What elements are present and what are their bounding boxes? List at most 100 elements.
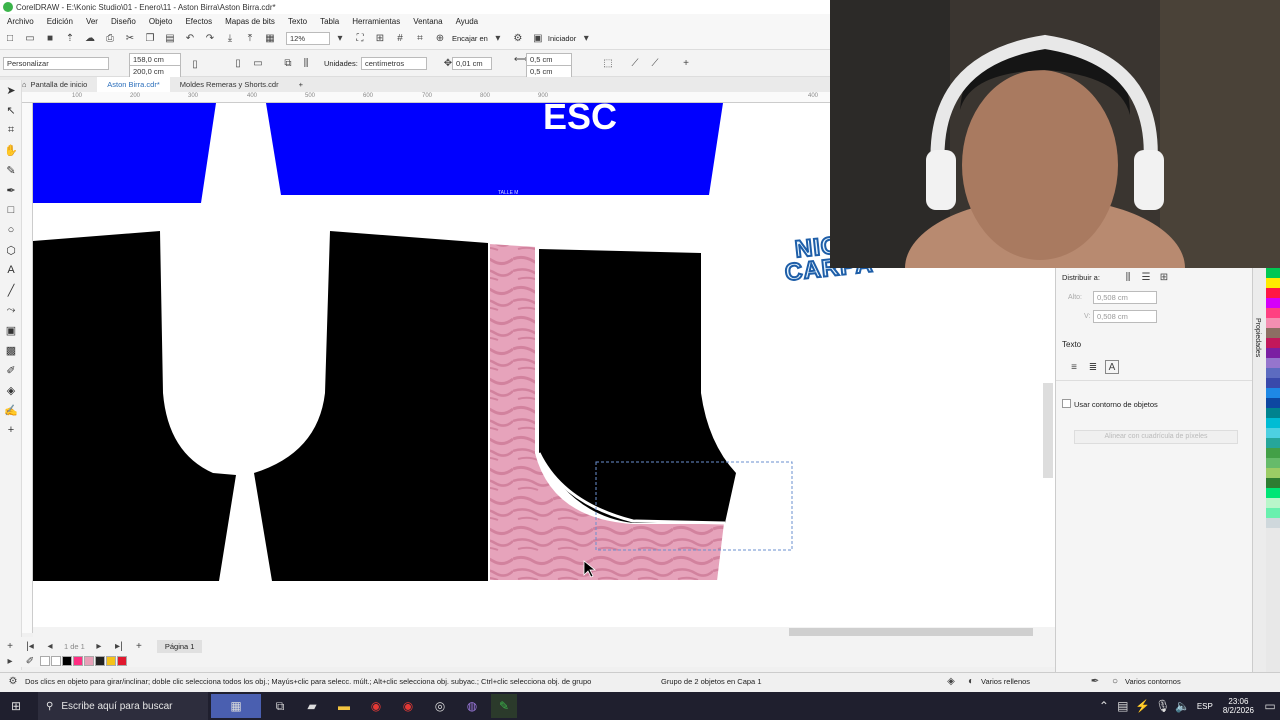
publish-icon[interactable]: ▦ xyxy=(263,32,277,46)
freehand-tool-icon[interactable]: ✎ xyxy=(0,160,22,180)
color-dark-pink[interactable] xyxy=(1266,338,1280,348)
color-navy[interactable] xyxy=(1266,398,1280,408)
color-yellow[interactable] xyxy=(1266,278,1280,288)
smart-fill-tool-icon[interactable]: ✍ xyxy=(0,400,22,420)
nudge-distance-field[interactable]: 0,01 cm xyxy=(452,57,492,70)
paste-icon[interactable]: ▤ xyxy=(163,32,177,46)
color-blue-dark[interactable] xyxy=(1266,378,1280,388)
shape-tool-icon[interactable]: ↖ xyxy=(0,100,22,120)
copy-icon[interactable]: ❐ xyxy=(143,32,157,46)
color-lime[interactable] xyxy=(1266,468,1280,478)
color-light-pink[interactable] xyxy=(1266,318,1280,328)
menu-herramientas[interactable]: Herramientas xyxy=(345,17,406,26)
last-page-icon[interactable]: ▸| xyxy=(112,639,126,653)
page-size-icon[interactable]: ▯ xyxy=(231,56,245,70)
all-pages-icon[interactable]: ⧉ xyxy=(281,56,295,70)
zoom-level-field[interactable]: 12% xyxy=(286,32,330,45)
distribute-horizontal-icon[interactable]: ⫼ xyxy=(1121,270,1135,284)
color-light-cyan[interactable] xyxy=(1266,428,1280,438)
ellipse-tool-icon[interactable]: ○ xyxy=(0,220,22,240)
app-blue-icon[interactable]: ▰ xyxy=(299,694,325,718)
open-folder-icon[interactable]: ▭ xyxy=(23,32,37,46)
zoom-dropdown-icon[interactable]: ▾ xyxy=(333,32,347,46)
blue-shirt-panel-right[interactable] xyxy=(266,103,723,195)
text-align-center-icon[interactable]: ≣ xyxy=(1086,360,1100,374)
add-page-end-icon[interactable]: + xyxy=(132,639,146,653)
add-icon[interactable]: + xyxy=(679,56,693,70)
eyedropper-tool-icon[interactable]: ✐ xyxy=(0,360,22,380)
add-tool-icon[interactable]: + xyxy=(0,420,22,440)
page-tab[interactable]: Página 1 xyxy=(156,639,203,653)
black-shorts-piece-right[interactable] xyxy=(539,249,736,523)
black-shorts-piece-center[interactable] xyxy=(254,231,488,581)
treat-as-filled-icon[interactable]: ⟋ xyxy=(628,56,642,70)
first-page-icon[interactable]: |◂ xyxy=(23,639,37,653)
swatch-yellow[interactable] xyxy=(106,656,116,666)
tab-properties[interactable]: Propiedades xyxy=(1254,318,1261,357)
eyedropper-icon[interactable]: ✐ xyxy=(23,654,37,668)
launcher-icon[interactable]: ▣ xyxy=(531,32,545,46)
full-screen-icon[interactable]: ⛶ xyxy=(353,32,367,46)
crop-tool-icon[interactable]: ⌗ xyxy=(0,120,22,140)
color-violet[interactable] xyxy=(1266,348,1280,358)
network-icon[interactable]: ▤ xyxy=(1116,694,1130,718)
color-mint[interactable] xyxy=(1266,498,1280,508)
black-shorts-piece-left[interactable] xyxy=(33,231,236,581)
color-spring-green[interactable] xyxy=(1266,508,1280,518)
notifications-icon[interactable]: ▭ xyxy=(1263,694,1277,718)
preset-select[interactable]: Personalizar xyxy=(3,57,109,70)
settings-gear-icon[interactable]: ⚙ xyxy=(511,32,525,46)
language-indicator[interactable]: ESP xyxy=(1197,702,1213,711)
text-frame-icon[interactable]: A xyxy=(1105,360,1119,374)
fill-indicator-icon[interactable]: ◈ xyxy=(944,675,958,689)
launcher-chevron-icon[interactable]: ▾ xyxy=(579,32,593,46)
color-green[interactable] xyxy=(1266,268,1280,278)
use-outline-checkbox[interactable] xyxy=(1062,399,1071,408)
connector-tool-icon[interactable]: ⤳ xyxy=(0,300,22,320)
menu-ventana[interactable]: Ventana xyxy=(406,17,448,26)
swatch-white[interactable] xyxy=(51,656,61,666)
alto-field[interactable]: 0,508 cm xyxy=(1093,291,1157,304)
polygon-tool-icon[interactable]: ⬡ xyxy=(0,240,22,260)
snap-to-dropdown[interactable]: Encajar en xyxy=(452,34,488,43)
prev-page-icon[interactable]: ◂ xyxy=(43,639,57,653)
menu-tabla[interactable]: Tabla xyxy=(313,17,345,26)
status-settings-icon[interactable]: ⚙ xyxy=(6,675,20,689)
drop-shadow-tool-icon[interactable]: ▣ xyxy=(0,320,22,340)
menu-mapas-de-bits[interactable]: Mapas de bits xyxy=(218,17,281,26)
next-page-icon[interactable]: ▸ xyxy=(92,639,106,653)
upload-icon[interactable]: ⇡ xyxy=(63,32,77,46)
landscape-icon[interactable]: ▭ xyxy=(251,56,265,70)
new-document-icon[interactable]: □ xyxy=(3,32,17,46)
task-view-icon[interactable]: ⧉ xyxy=(267,694,293,718)
discord-icon[interactable]: ◍ xyxy=(459,694,485,718)
color-lavender[interactable] xyxy=(1266,358,1280,368)
text-tool-icon[interactable]: A xyxy=(0,260,22,280)
chrome-profile-icon[interactable]: ◉ xyxy=(395,694,421,718)
pan-tool-icon[interactable]: ✋ xyxy=(0,140,22,160)
cloud-icon[interactable]: ☁ xyxy=(83,32,97,46)
taskbar-search[interactable]: ⚲ Escribe aquí para buscar xyxy=(38,692,208,720)
color-bright-green[interactable] xyxy=(1266,488,1280,498)
grid-icon[interactable]: # xyxy=(393,32,407,46)
line-tool-icon[interactable]: ╱ xyxy=(0,280,22,300)
vertical-scrollbar[interactable] xyxy=(1043,383,1053,478)
blue-shirt-panel-left[interactable] xyxy=(33,103,216,203)
add-page-icon[interactable]: + xyxy=(3,639,17,653)
snap-icon[interactable]: ⊕ xyxy=(433,32,447,46)
color-cyan[interactable] xyxy=(1266,418,1280,428)
swatch-red[interactable] xyxy=(117,656,127,666)
menu-archivo[interactable]: Archivo xyxy=(0,17,40,26)
color-green-medium[interactable] xyxy=(1266,448,1280,458)
color-teal-dark[interactable] xyxy=(1266,408,1280,418)
portrait-icon[interactable]: ▯ xyxy=(188,57,202,71)
menu-objeto[interactable]: Objeto xyxy=(142,17,179,26)
v-field[interactable]: 0,508 cm xyxy=(1093,310,1157,323)
undo-icon[interactable]: ↶ xyxy=(183,32,197,46)
color-gray[interactable] xyxy=(1266,518,1280,528)
coreldraw-taskbar-icon[interactable]: ✎ xyxy=(491,694,517,718)
pick-tool-icon[interactable]: ➤ xyxy=(0,80,22,100)
chrome-icon[interactable]: ◉ xyxy=(363,694,389,718)
swatch-pink[interactable] xyxy=(84,656,94,666)
export-icon[interactable]: ⤒ xyxy=(243,32,257,46)
